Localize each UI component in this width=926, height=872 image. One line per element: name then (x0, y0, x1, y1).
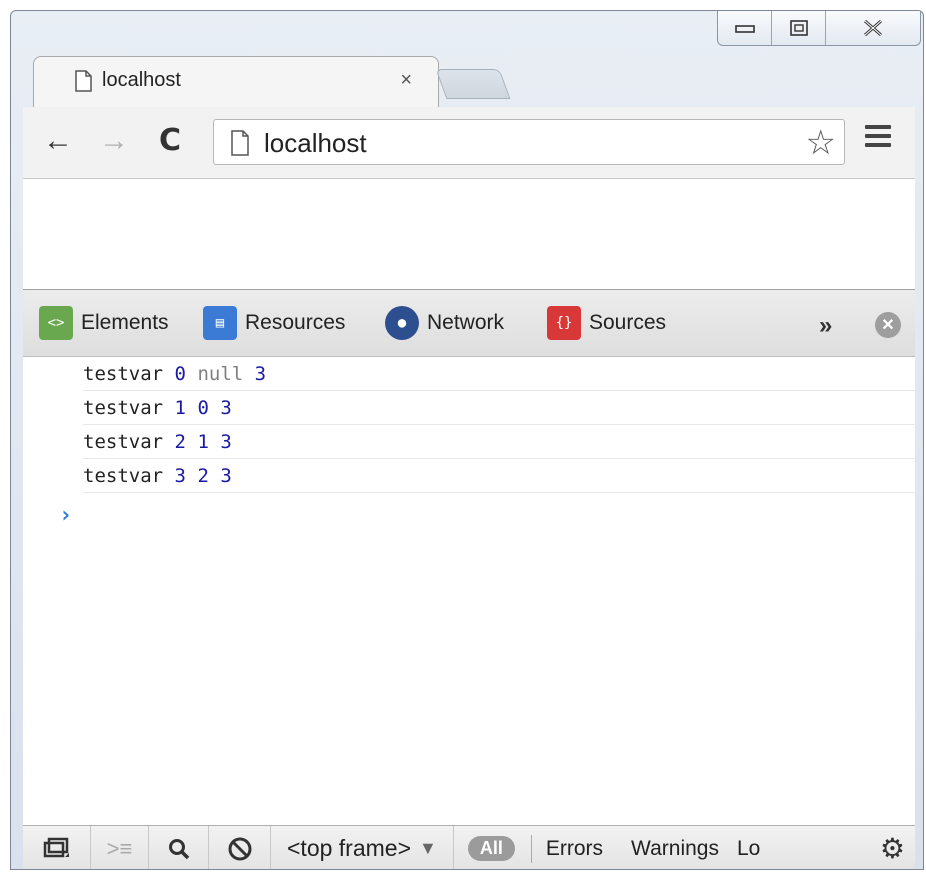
browser-toolbar: ← → C localhost ☆ (23, 107, 915, 179)
tab-sources[interactable]: {} Sources (547, 302, 666, 344)
tab-close-button[interactable]: × (400, 69, 412, 92)
filter-warnings[interactable]: Warnings (617, 837, 733, 861)
frame-selector[interactable]: <top frame> ▼ (271, 826, 454, 869)
tab-label: Resources (245, 311, 346, 334)
settings-gear-icon[interactable]: ⚙ (880, 832, 905, 865)
tab-label: Network (427, 311, 505, 334)
tab-label: Sources (589, 311, 667, 334)
elements-icon: <> (39, 306, 73, 340)
menu-button[interactable] (865, 125, 891, 151)
console-row: testvar 0 null 3 (83, 357, 915, 391)
search-button[interactable] (149, 826, 209, 869)
window-close-button[interactable] (826, 11, 920, 45)
tab-network[interactable]: ● Network (385, 302, 504, 344)
sources-icon: {} (547, 306, 581, 340)
console-row: testvar 1 0 3 (83, 391, 915, 425)
more-tabs-button[interactable]: » (819, 312, 832, 340)
console-panel: testvar 0 null 3 testvar 1 0 3 testvar 2… (23, 357, 915, 825)
dock-button[interactable] (23, 826, 91, 869)
resources-icon: ▤ (203, 306, 237, 340)
filter-errors[interactable]: Errors (532, 837, 617, 861)
forward-button[interactable]: → (99, 123, 129, 159)
page-icon (231, 130, 249, 156)
dock-icon (43, 837, 69, 857)
filter-all[interactable]: All (467, 836, 515, 861)
maximize-icon (789, 19, 808, 36)
page-icon (75, 69, 92, 92)
tab-resources[interactable]: ▤ Resources (203, 302, 345, 344)
search-icon (168, 838, 189, 859)
new-tab-button[interactable] (435, 69, 511, 99)
clear-icon (228, 837, 251, 860)
show-drawer-button[interactable]: >≡ (91, 826, 149, 869)
tab-label: Elements (81, 311, 169, 334)
console-drawer-icon: >≡ (106, 835, 133, 861)
maximize-button[interactable] (772, 11, 826, 45)
browser-tab[interactable]: localhost × (33, 56, 439, 108)
frame-label: <top frame> (287, 835, 412, 861)
devtools-tab-bar: <> Elements ▤ Resources ● Network {} Sou… (23, 289, 915, 357)
dropdown-arrow-icon: ▼ (419, 838, 437, 858)
filter-logs[interactable]: Lo (733, 837, 760, 861)
address-bar[interactable]: localhost ☆ (213, 119, 845, 165)
devtools-status-bar: >≡ <top frame> ▼ All Errors Warnings Lo … (23, 825, 915, 869)
browser-window: localhost × ← → C localhost ☆ <> Element… (10, 10, 924, 870)
window-controls (717, 11, 921, 46)
console-row: testvar 2 1 3 (83, 425, 915, 459)
clear-console-button[interactable] (209, 826, 271, 869)
minimize-icon (734, 24, 755, 33)
close-icon (864, 19, 882, 36)
reload-button[interactable]: C (159, 123, 181, 159)
tab-title: localhost (102, 69, 181, 91)
minimize-button[interactable] (718, 11, 772, 45)
page-viewport (23, 179, 915, 289)
tab-elements[interactable]: <> Elements (39, 302, 169, 344)
network-icon: ● (385, 306, 419, 340)
devtools-close-button[interactable]: ✕ (875, 312, 901, 338)
console-prompt[interactable]: › (59, 503, 72, 528)
bookmark-star-icon[interactable]: ☆ (806, 123, 836, 163)
console-row: testvar 3 2 3 (83, 459, 915, 493)
back-button[interactable]: ← (43, 123, 73, 159)
address-text: localhost (264, 128, 367, 158)
